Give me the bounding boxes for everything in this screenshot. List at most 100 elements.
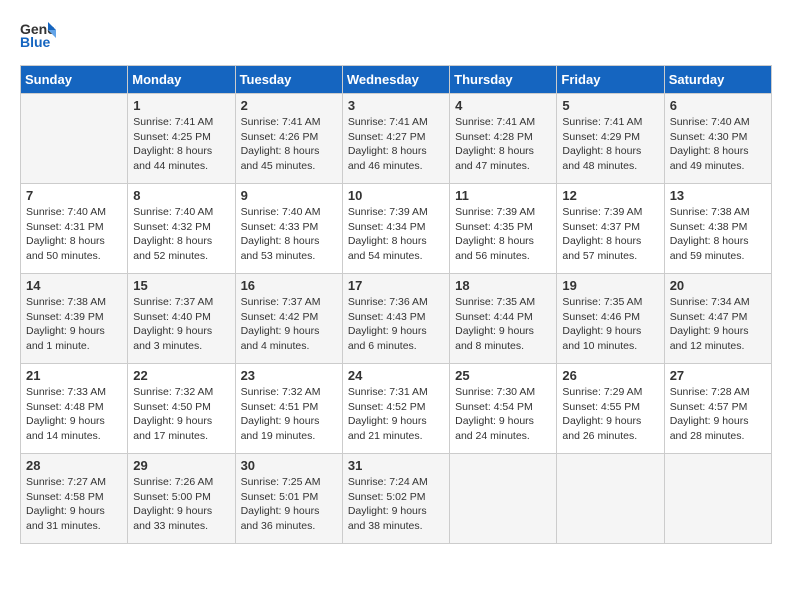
day-info: Sunrise: 7:27 AMSunset: 4:58 PMDaylight:…	[26, 475, 122, 534]
day-cell	[557, 454, 664, 544]
day-cell: 17 Sunrise: 7:36 AMSunset: 4:43 PMDayligh…	[342, 274, 449, 364]
day-number: 15	[133, 278, 229, 293]
day-info: Sunrise: 7:39 AMSunset: 4:35 PMDaylight:…	[455, 205, 551, 264]
day-number: 23	[241, 368, 337, 383]
day-info: Sunrise: 7:40 AMSunset: 4:30 PMDaylight:…	[670, 115, 766, 174]
day-cell: 14 Sunrise: 7:38 AMSunset: 4:39 PMDayligh…	[21, 274, 128, 364]
day-info: Sunrise: 7:26 AMSunset: 5:00 PMDaylight:…	[133, 475, 229, 534]
day-number: 1	[133, 98, 229, 113]
day-info: Sunrise: 7:38 AMSunset: 4:39 PMDaylight:…	[26, 295, 122, 354]
svg-text:Blue: Blue	[20, 34, 51, 50]
day-cell: 20Sunrise: 7:34 AMSunset: 4:47 PMDayligh…	[664, 274, 771, 364]
day-number: 17	[348, 278, 444, 293]
day-cell: 10 Sunrise: 7:39 AMSunset: 4:34 PMDayligh…	[342, 184, 449, 274]
day-cell: 26 Sunrise: 7:29 AMSunset: 4:55 PMDayligh…	[557, 364, 664, 454]
day-number: 26	[562, 368, 658, 383]
day-info: Sunrise: 7:36 AMSunset: 4:43 PMDaylight:…	[348, 295, 444, 354]
day-number: 28	[26, 458, 122, 473]
week-row-5: 28 Sunrise: 7:27 AMSunset: 4:58 PMDayligh…	[21, 454, 772, 544]
day-cell: 19 Sunrise: 7:35 AMSunset: 4:46 PMDayligh…	[557, 274, 664, 364]
day-info: Sunrise: 7:40 AMSunset: 4:33 PMDaylight:…	[241, 205, 337, 264]
header-day-wednesday: Wednesday	[342, 66, 449, 94]
header-day-friday: Friday	[557, 66, 664, 94]
day-info: Sunrise: 7:41 AMSunset: 4:27 PMDaylight:…	[348, 115, 444, 174]
day-cell: 4 Sunrise: 7:41 AMSunset: 4:28 PMDaylight…	[450, 94, 557, 184]
day-cell: 29Sunrise: 7:26 AMSunset: 5:00 PMDayligh…	[128, 454, 235, 544]
day-number: 14	[26, 278, 122, 293]
day-info: Sunrise: 7:40 AMSunset: 4:32 PMDaylight:…	[133, 205, 229, 264]
day-number: 31	[348, 458, 444, 473]
day-info: Sunrise: 7:41 AMSunset: 4:26 PMDaylight:…	[241, 115, 337, 174]
day-info: Sunrise: 7:32 AMSunset: 4:50 PMDaylight:…	[133, 385, 229, 444]
header-day-tuesday: Tuesday	[235, 66, 342, 94]
header-row: SundayMondayTuesdayWednesdayThursdayFrid…	[21, 66, 772, 94]
day-cell: 22 Sunrise: 7:32 AMSunset: 4:50 PMDayligh…	[128, 364, 235, 454]
day-cell: 18 Sunrise: 7:35 AMSunset: 4:44 PMDayligh…	[450, 274, 557, 364]
logo-icon: General Blue	[20, 20, 56, 55]
day-info: Sunrise: 7:32 AMSunset: 4:51 PMDaylight:…	[241, 385, 337, 444]
day-number: 19	[562, 278, 658, 293]
week-row-4: 21 Sunrise: 7:33 AMSunset: 4:48 PMDayligh…	[21, 364, 772, 454]
day-info: Sunrise: 7:37 AMSunset: 4:42 PMDaylight:…	[241, 295, 337, 354]
day-cell: 11 Sunrise: 7:39 AMSunset: 4:35 PMDayligh…	[450, 184, 557, 274]
day-cell: 9 Sunrise: 7:40 AMSunset: 4:33 PMDaylight…	[235, 184, 342, 274]
day-cell: 16 Sunrise: 7:37 AMSunset: 4:42 PMDayligh…	[235, 274, 342, 364]
day-number: 27	[670, 368, 766, 383]
header-day-monday: Monday	[128, 66, 235, 94]
day-cell: 23 Sunrise: 7:32 AMSunset: 4:51 PMDayligh…	[235, 364, 342, 454]
day-cell: 2 Sunrise: 7:41 AMSunset: 4:26 PMDaylight…	[235, 94, 342, 184]
day-number: 13	[670, 188, 766, 203]
day-cell: 1 Sunrise: 7:41 AMSunset: 4:25 PMDaylight…	[128, 94, 235, 184]
day-info: Sunrise: 7:38 AMSunset: 4:38 PMDaylight:…	[670, 205, 766, 264]
day-info: Sunrise: 7:39 AMSunset: 4:37 PMDaylight:…	[562, 205, 658, 264]
day-number: 22	[133, 368, 229, 383]
day-number: 6	[670, 98, 766, 113]
day-number: 7	[26, 188, 122, 203]
day-cell: 21 Sunrise: 7:33 AMSunset: 4:48 PMDayligh…	[21, 364, 128, 454]
logo: General Blue	[20, 20, 56, 55]
day-info: Sunrise: 7:28 AMSunset: 4:57 PMDaylight:…	[670, 385, 766, 444]
day-number: 2	[241, 98, 337, 113]
header-day-sunday: Sunday	[21, 66, 128, 94]
day-info: Sunrise: 7:41 AMSunset: 4:28 PMDaylight:…	[455, 115, 551, 174]
day-number: 10	[348, 188, 444, 203]
day-number: 25	[455, 368, 551, 383]
day-cell: 31 Sunrise: 7:24 AMSunset: 5:02 PMDayligh…	[342, 454, 449, 544]
day-cell: 28 Sunrise: 7:27 AMSunset: 4:58 PMDayligh…	[21, 454, 128, 544]
day-cell: 6 Sunrise: 7:40 AMSunset: 4:30 PMDaylight…	[664, 94, 771, 184]
day-cell: 7 Sunrise: 7:40 AMSunset: 4:31 PMDaylight…	[21, 184, 128, 274]
day-info: Sunrise: 7:41 AMSunset: 4:25 PMDaylight:…	[133, 115, 229, 174]
day-number: 4	[455, 98, 551, 113]
day-number: 21	[26, 368, 122, 383]
day-info: Sunrise: 7:33 AMSunset: 4:48 PMDaylight:…	[26, 385, 122, 444]
day-cell: 13 Sunrise: 7:38 AMSunset: 4:38 PMDayligh…	[664, 184, 771, 274]
day-info: Sunrise: 7:29 AMSunset: 4:55 PMDaylight:…	[562, 385, 658, 444]
day-cell	[21, 94, 128, 184]
day-cell: 5Sunrise: 7:41 AMSunset: 4:29 PMDaylight…	[557, 94, 664, 184]
day-info: Sunrise: 7:24 AMSunset: 5:02 PMDaylight:…	[348, 475, 444, 534]
day-cell: 27 Sunrise: 7:28 AMSunset: 4:57 PMDayligh…	[664, 364, 771, 454]
day-info: Sunrise: 7:41 AMSunset: 4:29 PMDaylight:…	[562, 115, 658, 174]
day-info: Sunrise: 7:39 AMSunset: 4:34 PMDaylight:…	[348, 205, 444, 264]
week-row-1: 1 Sunrise: 7:41 AMSunset: 4:25 PMDaylight…	[21, 94, 772, 184]
day-cell: 24Sunrise: 7:31 AMSunset: 4:52 PMDayligh…	[342, 364, 449, 454]
header-day-saturday: Saturday	[664, 66, 771, 94]
day-info: Sunrise: 7:40 AMSunset: 4:31 PMDaylight:…	[26, 205, 122, 264]
day-info: Sunrise: 7:31 AMSunset: 4:52 PMDaylight:…	[348, 385, 444, 444]
day-number: 16	[241, 278, 337, 293]
day-number: 30	[241, 458, 337, 473]
day-number: 3	[348, 98, 444, 113]
day-info: Sunrise: 7:35 AMSunset: 4:44 PMDaylight:…	[455, 295, 551, 354]
day-cell: 12Sunrise: 7:39 AMSunset: 4:37 PMDayligh…	[557, 184, 664, 274]
day-cell	[450, 454, 557, 544]
day-number: 11	[455, 188, 551, 203]
day-cell: 25 Sunrise: 7:30 AMSunset: 4:54 PMDayligh…	[450, 364, 557, 454]
day-number: 18	[455, 278, 551, 293]
calendar-table: SundayMondayTuesdayWednesdayThursdayFrid…	[20, 65, 772, 544]
page-header: General Blue	[20, 20, 772, 55]
day-info: Sunrise: 7:35 AMSunset: 4:46 PMDaylight:…	[562, 295, 658, 354]
day-number: 20	[670, 278, 766, 293]
day-cell	[664, 454, 771, 544]
day-number: 9	[241, 188, 337, 203]
day-info: Sunrise: 7:30 AMSunset: 4:54 PMDaylight:…	[455, 385, 551, 444]
